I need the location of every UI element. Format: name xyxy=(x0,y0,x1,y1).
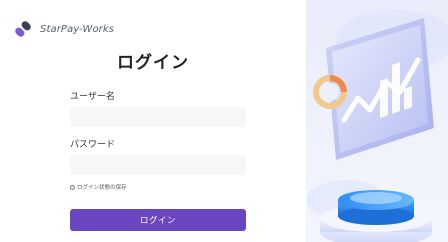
username-label: ユーザー名 xyxy=(70,92,115,102)
password-label: パスワード xyxy=(70,140,116,150)
illustration-panel xyxy=(306,0,448,242)
username-input[interactable] xyxy=(70,107,246,127)
page-title: ログイン xyxy=(117,53,189,73)
login-button[interactable]: ログイン xyxy=(70,209,246,231)
brand-logo-icon xyxy=(15,21,31,37)
password-input[interactable] xyxy=(70,155,246,175)
brand-logo: StarPay-Works xyxy=(12,18,114,40)
remember-me-row: ログイン状態の保存 xyxy=(70,183,127,191)
remember-me-checkbox[interactable] xyxy=(70,184,75,190)
login-panel: StarPay-Works ログイン ユーザー名 パスワード ログイン状態の保存… xyxy=(0,0,306,242)
brand-name: StarPay-Works xyxy=(40,23,115,35)
dashboard-illustration xyxy=(306,10,448,242)
remember-me-label[interactable]: ログイン状態の保存 xyxy=(77,183,127,191)
